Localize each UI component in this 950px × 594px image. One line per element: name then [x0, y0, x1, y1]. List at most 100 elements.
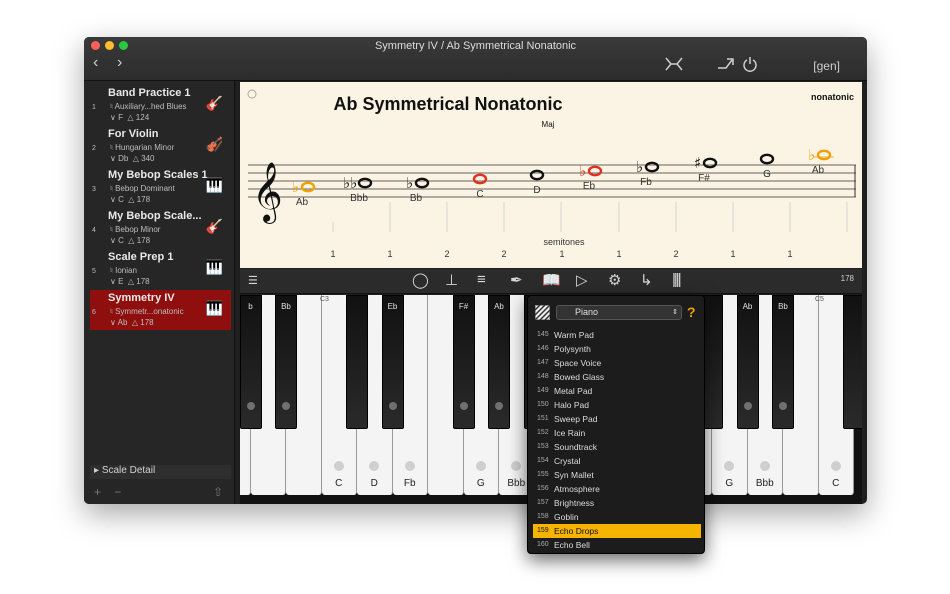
black-key-label: Bb [778, 302, 788, 311]
instrument-list-item[interactable]: 146 Polysynth [533, 342, 701, 356]
instrument-select[interactable]: Piano ⇕ [556, 305, 682, 320]
instrument-list-item[interactable]: 159 Echo Drops [533, 524, 701, 538]
key-marker [388, 402, 397, 410]
black-key[interactable] [843, 295, 862, 429]
note-label: Bbb [350, 193, 368, 204]
remove-icon[interactable]: − [114, 485, 121, 499]
note-head[interactable] [357, 177, 373, 189]
loop-icon[interactable]: ◯ [412, 271, 429, 289]
accidental-icon: ♭ [579, 162, 586, 180]
black-key[interactable]: Bb [275, 295, 297, 429]
note-head[interactable] [300, 181, 316, 193]
power-icon[interactable] [742, 56, 758, 72]
help-button[interactable]: ? [687, 304, 696, 320]
pen-icon[interactable]: ✒ [510, 271, 523, 289]
note-head[interactable] [702, 157, 718, 169]
instrument-label: Goblin [554, 512, 579, 522]
sidebar-item[interactable]: 3 My Bebop Scales 1 ♮ Bebop Dominant ∨ C △ … [90, 167, 231, 207]
repeat-arrow-icon[interactable]: ↳ [640, 271, 653, 289]
add-icon[interactable]: + [94, 485, 101, 499]
play-icon[interactable]: ▷ [576, 271, 588, 289]
black-key-label: b [248, 302, 253, 311]
instrument-list-item[interactable]: 150 Halo Pad [533, 398, 701, 412]
sidebar-item[interactable]: 5 Scale Prep 1 ♮ Ionian ∨ E △ 178 🎹 [90, 249, 231, 289]
sidebar-item-meta: ∨ E △ 178 [110, 277, 150, 286]
black-key[interactable]: Eb [381, 295, 404, 429]
black-key[interactable]: Ab [736, 295, 759, 429]
black-key[interactable]: F# [452, 295, 475, 429]
instrument-list-item[interactable]: 160 Echo Bell [533, 538, 701, 552]
note-head[interactable] [644, 161, 660, 173]
key-marker [369, 461, 380, 471]
tuning-fork-icon[interactable]: ⊥ [445, 271, 458, 289]
sidebar-item-scale: ♮ Bebop Dominant [110, 184, 175, 193]
instrument-list-item[interactable]: 148 Bowed Glass [533, 370, 701, 384]
titlebar: Symmetry IV / Ab Symmetrical Nonatonic ‹… [84, 37, 867, 81]
accidental-icon: ♭ [636, 158, 643, 176]
black-key[interactable] [346, 295, 368, 429]
note-label: Ab [296, 197, 309, 208]
list-icon[interactable]: ≡ [477, 271, 486, 288]
instrument-number: 146 [537, 345, 549, 352]
pattern-icon[interactable] [535, 305, 550, 320]
instrument-list-item[interactable]: 153 Soundtrack [533, 440, 701, 454]
chevron-updown-icon: ⇕ [672, 309, 678, 316]
sidebar-item-tempo: 178 [136, 277, 150, 286]
key-marker [495, 402, 503, 410]
share-arrow-icon[interactable] [716, 56, 736, 72]
export-icon[interactable]: ⇧ [213, 485, 223, 499]
sidebar-item[interactable]: 2 For Violin ♮ Hungarian Minor ∨ Db △ 340 🎻 [90, 126, 231, 166]
sidebar-item-scale-text: Symmetr...onatonic [115, 307, 184, 316]
octave-label: C5 [815, 296, 824, 303]
instrument-list-item[interactable]: 152 Ice Rain [533, 426, 701, 440]
sidebar-item-scale: ♮ Symmetr...onatonic [110, 307, 184, 316]
black-key[interactable]: b [240, 295, 262, 429]
note-head[interactable] [414, 177, 430, 189]
gen-button[interactable]: [gen] [813, 59, 840, 73]
book-icon[interactable]: 📖 [542, 271, 561, 289]
note-label: G [763, 169, 771, 180]
note-head[interactable] [816, 149, 832, 161]
instrument-list-item[interactable]: 156 Atmosphere [533, 482, 701, 496]
instrument-list-item[interactable]: 155 Syn Mallet [533, 468, 701, 482]
instrument-label: Halo Pad [554, 400, 589, 410]
instrument-list-item[interactable]: 157 Brightness [533, 496, 701, 510]
tempo-value[interactable]: 178 [841, 274, 854, 283]
key-marker [475, 461, 486, 471]
collapse-icon[interactable] [664, 57, 684, 71]
accidental-icon: ♭ [808, 146, 815, 164]
note-label: Ab [812, 165, 825, 176]
note-head[interactable] [472, 173, 488, 185]
sidebar-item-scale: ♮ Bebop Minor [110, 225, 161, 234]
instrument-number: 150 [537, 401, 549, 408]
gear-icon[interactable]: ⚙ [608, 271, 621, 289]
sidebar-item[interactable]: 6 Symmetry IV ♮ Symmetr...onatonic ∨ Ab △ 1… [90, 290, 231, 330]
instrument-label: Brightness [554, 498, 595, 508]
bars-icon[interactable]: |||| [672, 271, 681, 288]
note-head[interactable] [587, 165, 603, 177]
note-head[interactable] [529, 169, 545, 181]
key-marker [743, 402, 752, 410]
sidebar-item[interactable]: 4 My Bebop Scale... ♮ Bebop Minor ∨ C △ 178… [90, 208, 231, 248]
note-label: Fb [640, 177, 652, 188]
sidebar-item[interactable]: 1 Band Practice 1 ♮ Auxiliary...hed Blues ∨… [90, 85, 231, 125]
black-key-label: Bb [281, 302, 291, 311]
instrument-list-item[interactable]: 151 Sweep Pad [533, 412, 701, 426]
black-key[interactable]: Ab [488, 295, 510, 429]
octave-label: C3 [320, 296, 329, 303]
scale-detail-disclosure[interactable]: ▸ Scale Detail [90, 465, 231, 479]
instrument-list-item[interactable]: 154 Crystal [533, 454, 701, 468]
back-arrow-icon[interactable]: ‹ [93, 54, 98, 72]
forward-arrow-icon[interactable]: › [117, 54, 122, 72]
sidebar-item-scale-text: Hungarian Minor [115, 143, 175, 152]
instrument-list-item[interactable]: 147 Space Voice [533, 356, 701, 370]
staff-lines-icon[interactable]: ☰ [248, 274, 258, 287]
instrument-list-item[interactable]: 149 Metal Pad [533, 384, 701, 398]
instrument-list-item[interactable]: 145 Warm Pad [533, 328, 701, 342]
note-head[interactable] [759, 153, 775, 165]
instrument-number: 155 [537, 471, 549, 478]
sidebar-item-number: 5 [92, 268, 96, 275]
white-key-label: G [725, 478, 734, 489]
instrument-list-item[interactable]: 158 Goblin [533, 510, 701, 524]
black-key[interactable]: Bb [772, 295, 794, 429]
